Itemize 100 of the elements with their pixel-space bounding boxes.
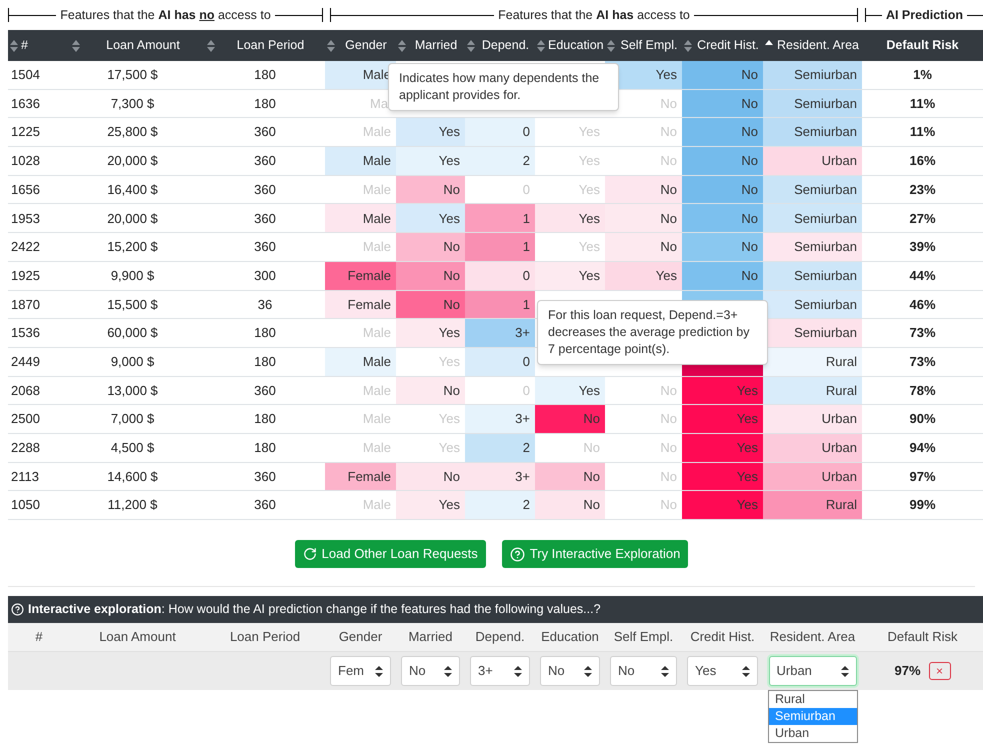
table-cell: Female	[325, 290, 396, 318]
table-cell: Urban	[763, 147, 862, 175]
table-cell: Semiurban	[763, 176, 862, 204]
action-button[interactable]: Try Interactive Exploration	[502, 540, 688, 568]
sort-icon	[607, 40, 615, 52]
select-field[interactable]: Yes	[687, 656, 758, 686]
select-field[interactable]: No	[610, 656, 677, 686]
table-cell-text: 2113	[10, 468, 40, 486]
column-label: Gender	[338, 628, 384, 646]
sort-icon	[72, 40, 80, 52]
table-cell: Semiurban	[763, 290, 862, 318]
exploration-title: Interactive exploration: How would the AI prediction change if the features had the following values...?	[28, 601, 601, 618]
table-cell: No	[605, 233, 682, 261]
table-cell: Yes	[396, 204, 465, 232]
column-header[interactable]: Loan Amount	[70, 30, 205, 61]
help-icon	[510, 546, 525, 562]
table-cell-text: 13,000 $	[106, 382, 159, 400]
table-cell: Male	[325, 348, 396, 376]
group-heading: AI Prediction	[884, 6, 964, 24]
table-cell-text: 1050	[10, 496, 41, 514]
table-cell-text: 1504	[10, 66, 41, 84]
table-cell: No	[605, 204, 682, 232]
table-cell-text: 1028	[10, 152, 41, 170]
remove-button[interactable]: ×	[928, 662, 951, 680]
column-header[interactable]: Married	[396, 30, 465, 61]
table-cell-text: 14,600 $	[106, 468, 159, 486]
column-label: #	[34, 628, 44, 646]
table-cell-text: 16%	[908, 152, 937, 170]
reload-icon	[302, 547, 317, 561]
table-cell-text: 360	[253, 152, 277, 170]
select-field[interactable]: No	[401, 656, 460, 686]
table-cell-text: 1656	[10, 180, 41, 199]
table-cell: Semiurban	[763, 90, 862, 118]
table-cell: 2	[465, 147, 535, 175]
table-cell-text: 60,000 $	[106, 324, 159, 342]
table-cell: 1	[465, 233, 535, 261]
column-label: Resident. Area	[768, 628, 856, 646]
dropdown-option[interactable]: Urban	[769, 725, 857, 742]
group-heading: Features that the AI has access to	[497, 6, 691, 24]
table-cell: No	[682, 147, 763, 175]
table-cell-text: 1636	[10, 94, 41, 113]
table-cell-text: 180	[253, 352, 277, 371]
table-cell-text: 39%	[908, 238, 937, 256]
table-cell-text: 7,000 $	[110, 410, 156, 428]
table-cell-text: 99%	[908, 496, 937, 514]
table-cell: No	[682, 90, 763, 118]
table-cell: Urban	[763, 405, 862, 433]
dropdown-option[interactable]: Rural	[769, 691, 857, 708]
table-cell: No	[682, 118, 763, 146]
table-cell-text: 2500	[10, 410, 41, 428]
select-field[interactable]: Urban	[768, 656, 856, 686]
column-label: Credit Hist.	[689, 628, 756, 646]
column-header[interactable]: Resident. Area	[763, 30, 862, 61]
table-cell: 2	[465, 491, 535, 519]
table-cell-text: 360	[253, 468, 277, 486]
select-field[interactable]: 3+	[470, 656, 530, 686]
sort-icon	[537, 40, 545, 52]
column-header[interactable]: Depend.	[465, 30, 535, 61]
select-field[interactable]: No	[540, 656, 600, 686]
sort-icon	[207, 40, 215, 52]
table-cell: No	[535, 491, 605, 519]
column-header[interactable]: Self Empl.	[605, 30, 682, 61]
column-header[interactable]: Education	[535, 30, 605, 61]
caret-icon	[742, 666, 750, 676]
caret-icon	[375, 666, 383, 676]
table-cell: 0	[465, 348, 535, 376]
table-cell-text: 25,800 $	[106, 123, 159, 142]
group-heading: Features that the AI has no access to	[59, 6, 272, 24]
table-cell: 3+	[465, 319, 535, 347]
table-cell: Semiurban	[763, 204, 862, 232]
column-label: Self Empl.	[612, 628, 674, 646]
table-cell-text: 9,000 $	[110, 352, 156, 371]
table-cell: Semiurban	[763, 233, 862, 261]
table-cell-text: 27%	[908, 210, 937, 228]
table-cell: Yes	[682, 376, 763, 404]
column-header[interactable]: Gender	[325, 30, 396, 61]
caret-icon	[444, 666, 452, 676]
table-cell: No	[535, 405, 605, 433]
table-cell-text: 94%	[908, 439, 937, 458]
table-cell-text: 360	[253, 210, 277, 228]
caret-icon	[514, 666, 522, 676]
table-cell: Yes	[396, 491, 465, 519]
select-field[interactable]: Fem	[330, 656, 391, 686]
table-cell: No	[396, 176, 465, 204]
table-cell: Semiurban	[763, 118, 862, 146]
table-cell-text: 2288	[10, 439, 41, 458]
table-cell-text: 1536	[10, 324, 41, 342]
table-cell: No	[396, 233, 465, 261]
table-cell-text: 2068	[10, 382, 41, 400]
column-header[interactable]: Loan Period	[205, 30, 325, 61]
action-button[interactable]: Load Other Loan Requests	[294, 540, 486, 568]
column-header[interactable]: #	[8, 30, 70, 61]
table-cell-text: 180	[253, 410, 277, 428]
table-cell: Yes	[535, 262, 605, 290]
table-cell: Male	[325, 204, 396, 232]
table-cell-text: 1%	[912, 66, 933, 84]
table-cell-text: 20,000 $	[106, 152, 159, 170]
help-icon	[11, 603, 24, 616]
column-header[interactable]: Credit Hist.	[682, 30, 763, 61]
column-label: Married	[407, 628, 454, 646]
